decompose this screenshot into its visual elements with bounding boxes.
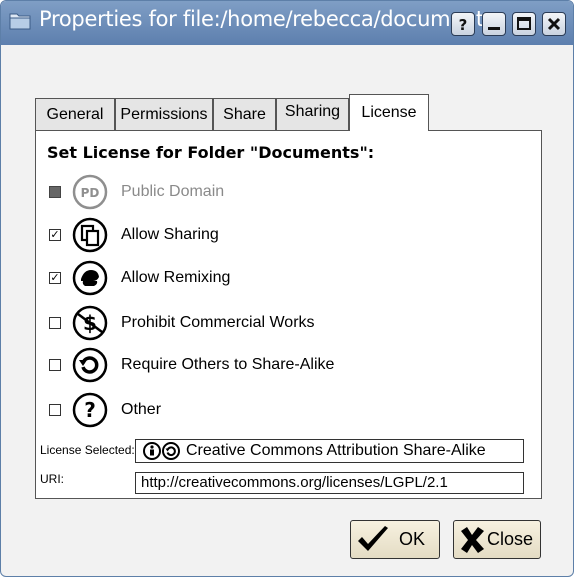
- share-alike-icon: [72, 347, 108, 383]
- help-icon: ?: [459, 16, 468, 34]
- maximize-button[interactable]: [512, 12, 536, 36]
- public-domain-icon: PD: [72, 174, 108, 210]
- uri-value: http://creativecommons.org/licenses/LGPL…: [141, 474, 448, 491]
- option-label: Require Others to Share-Alike: [121, 356, 335, 373]
- option-other[interactable]: ? Other: [36, 391, 516, 429]
- tab-general[interactable]: General: [35, 98, 115, 130]
- option-prohibit-commercial[interactable]: $ Prohibit Commercial Works: [36, 304, 516, 342]
- license-panel: Set License for Folder "Documents": PD P…: [35, 130, 542, 499]
- svg-text:?: ?: [459, 16, 468, 34]
- svg-text:PD: PD: [81, 186, 100, 200]
- uri-field[interactable]: http://creativecommons.org/licenses/LGPL…: [135, 472, 524, 494]
- properties-window: Properties for file:/home/rebecca/docume…: [0, 0, 574, 577]
- license-selected-value: Creative Commons Attribution Share-Alike: [186, 442, 486, 459]
- checkbox-allow-sharing[interactable]: ✓: [49, 229, 61, 241]
- x-icon: [461, 527, 484, 553]
- option-label: Prohibit Commercial Works: [121, 314, 315, 331]
- ok-button[interactable]: OK: [350, 520, 440, 559]
- checkbox-allow-remixing[interactable]: ✓: [49, 272, 61, 284]
- cc-by-sa-icon: [143, 442, 180, 460]
- title-bar[interactable]: Properties for file:/home/rebecca/docume…: [1, 1, 573, 45]
- noncommercial-icon: $: [72, 305, 108, 341]
- minimize-icon: [488, 27, 500, 30]
- uri-label: URI:: [40, 472, 64, 486]
- option-allow-sharing[interactable]: ✓ Allow Sharing: [36, 216, 516, 254]
- tab-share[interactable]: Share: [213, 98, 276, 130]
- close-window-button[interactable]: [542, 12, 566, 36]
- option-allow-remixing[interactable]: ✓ Allow Remixing: [36, 259, 516, 297]
- tab-permissions[interactable]: Permissions: [115, 98, 213, 130]
- option-label: Other: [121, 401, 162, 418]
- minimize-button[interactable]: [482, 12, 506, 36]
- remix-icon: [72, 260, 108, 296]
- tab-license[interactable]: License: [349, 94, 429, 131]
- folder-icon: [9, 11, 31, 31]
- maximize-icon: [517, 17, 531, 30]
- close-label: Close: [487, 529, 534, 549]
- license-selected-label: License Selected:: [40, 443, 135, 457]
- close-button[interactable]: Close: [453, 520, 541, 559]
- checkbox-prohibit-commercial[interactable]: [49, 317, 61, 329]
- help-button[interactable]: ?: [451, 12, 475, 36]
- question-icon: ?: [72, 392, 108, 428]
- license-selected-field[interactable]: Creative Commons Attribution Share-Alike: [135, 439, 524, 463]
- checkbox-share-alike[interactable]: [49, 359, 61, 371]
- svg-text:?: ?: [84, 398, 96, 422]
- option-label: Public Domain: [121, 183, 225, 200]
- close-icon: [547, 17, 561, 31]
- license-heading: Set License for Folder "Documents":: [47, 143, 375, 162]
- option-share-alike[interactable]: Require Others to Share-Alike: [36, 346, 516, 384]
- option-label: Allow Remixing: [121, 269, 231, 286]
- ok-label: OK: [399, 529, 426, 549]
- checkmark-icon: [358, 526, 388, 551]
- sharing-icon: [72, 217, 108, 253]
- option-public-domain[interactable]: PD Public Domain: [36, 173, 516, 211]
- checkbox-public-domain[interactable]: [49, 186, 61, 198]
- checkbox-other[interactable]: [49, 404, 61, 416]
- option-label: Allow Sharing: [121, 226, 219, 243]
- tab-sharing[interactable]: Sharing: [276, 98, 349, 130]
- window-title: Properties for file:/home/rebecca/docume…: [39, 7, 495, 31]
